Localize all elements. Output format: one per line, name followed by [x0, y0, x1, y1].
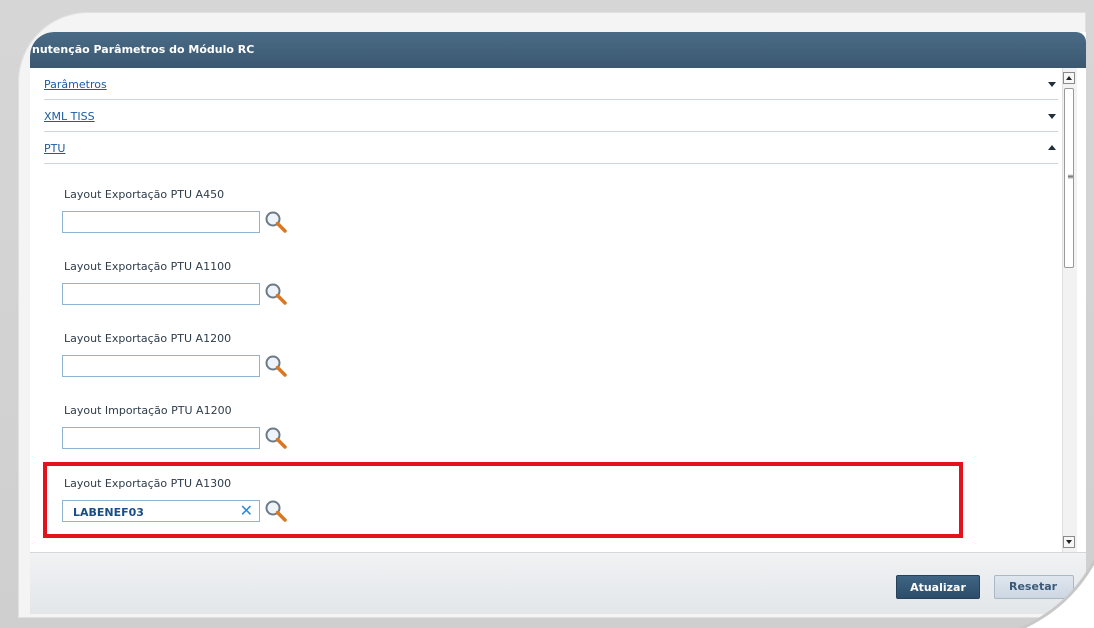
form-content: Parâmetros XML TISS PTU Layout Exportaçã… — [30, 68, 1086, 578]
grip-icon: ≡ — [1067, 172, 1074, 181]
section-link-xml-tiss[interactable]: XML TISS — [44, 110, 95, 123]
window-titlebar: nutenção Parâmetros do Módulo RC — [30, 32, 1086, 68]
arrow-up-icon — [1066, 76, 1072, 80]
field-label-a1100: Layout Exportação PTU A1100 — [64, 260, 232, 273]
field-label-a1200-import: Layout Importação PTU A1200 — [64, 404, 232, 417]
layout-a1100-input[interactable] — [62, 283, 260, 305]
vertical-scrollbar[interactable]: ≡ — [1062, 68, 1077, 552]
section-parametros[interactable]: Parâmetros — [44, 68, 1058, 100]
highlight-box — [43, 462, 963, 538]
layout-a450-input[interactable] — [62, 211, 260, 233]
page-curl-decoration — [1018, 559, 1094, 628]
field-label-a450: Layout Exportação PTU A450 — [64, 188, 225, 201]
search-icon[interactable] — [264, 354, 288, 378]
update-button[interactable]: Atualizar — [896, 575, 980, 599]
layout-a1200-export-input[interactable] — [62, 355, 260, 377]
parameters-window: nutenção Parâmetros do Módulo RC Parâmet… — [30, 32, 1086, 614]
section-ptu[interactable]: PTU — [44, 132, 1058, 164]
search-icon[interactable] — [264, 282, 288, 306]
section-link-ptu[interactable]: PTU — [44, 142, 65, 155]
search-icon[interactable] — [264, 426, 288, 450]
field-label-a1200-export: Layout Exportação PTU A1200 — [64, 332, 232, 345]
section-link-parametros[interactable]: Parâmetros — [44, 78, 107, 91]
search-icon[interactable] — [264, 210, 288, 234]
chevron-down-icon[interactable] — [1048, 114, 1056, 119]
section-xml-tiss[interactable]: XML TISS — [44, 100, 1058, 132]
window-title: nutenção Parâmetros do Módulo RC — [32, 43, 255, 56]
layout-a1200-import-input[interactable] — [62, 427, 260, 449]
chevron-up-icon[interactable] — [1048, 145, 1056, 150]
footer-bar: Atualizar Resetar — [30, 552, 1086, 614]
scroll-up-button[interactable] — [1063, 72, 1075, 84]
chevron-down-icon[interactable] — [1048, 82, 1056, 87]
scroll-thumb[interactable]: ≡ — [1064, 88, 1074, 268]
screenshot-stage: nutenção Parâmetros do Módulo RC Parâmet… — [0, 0, 1094, 628]
